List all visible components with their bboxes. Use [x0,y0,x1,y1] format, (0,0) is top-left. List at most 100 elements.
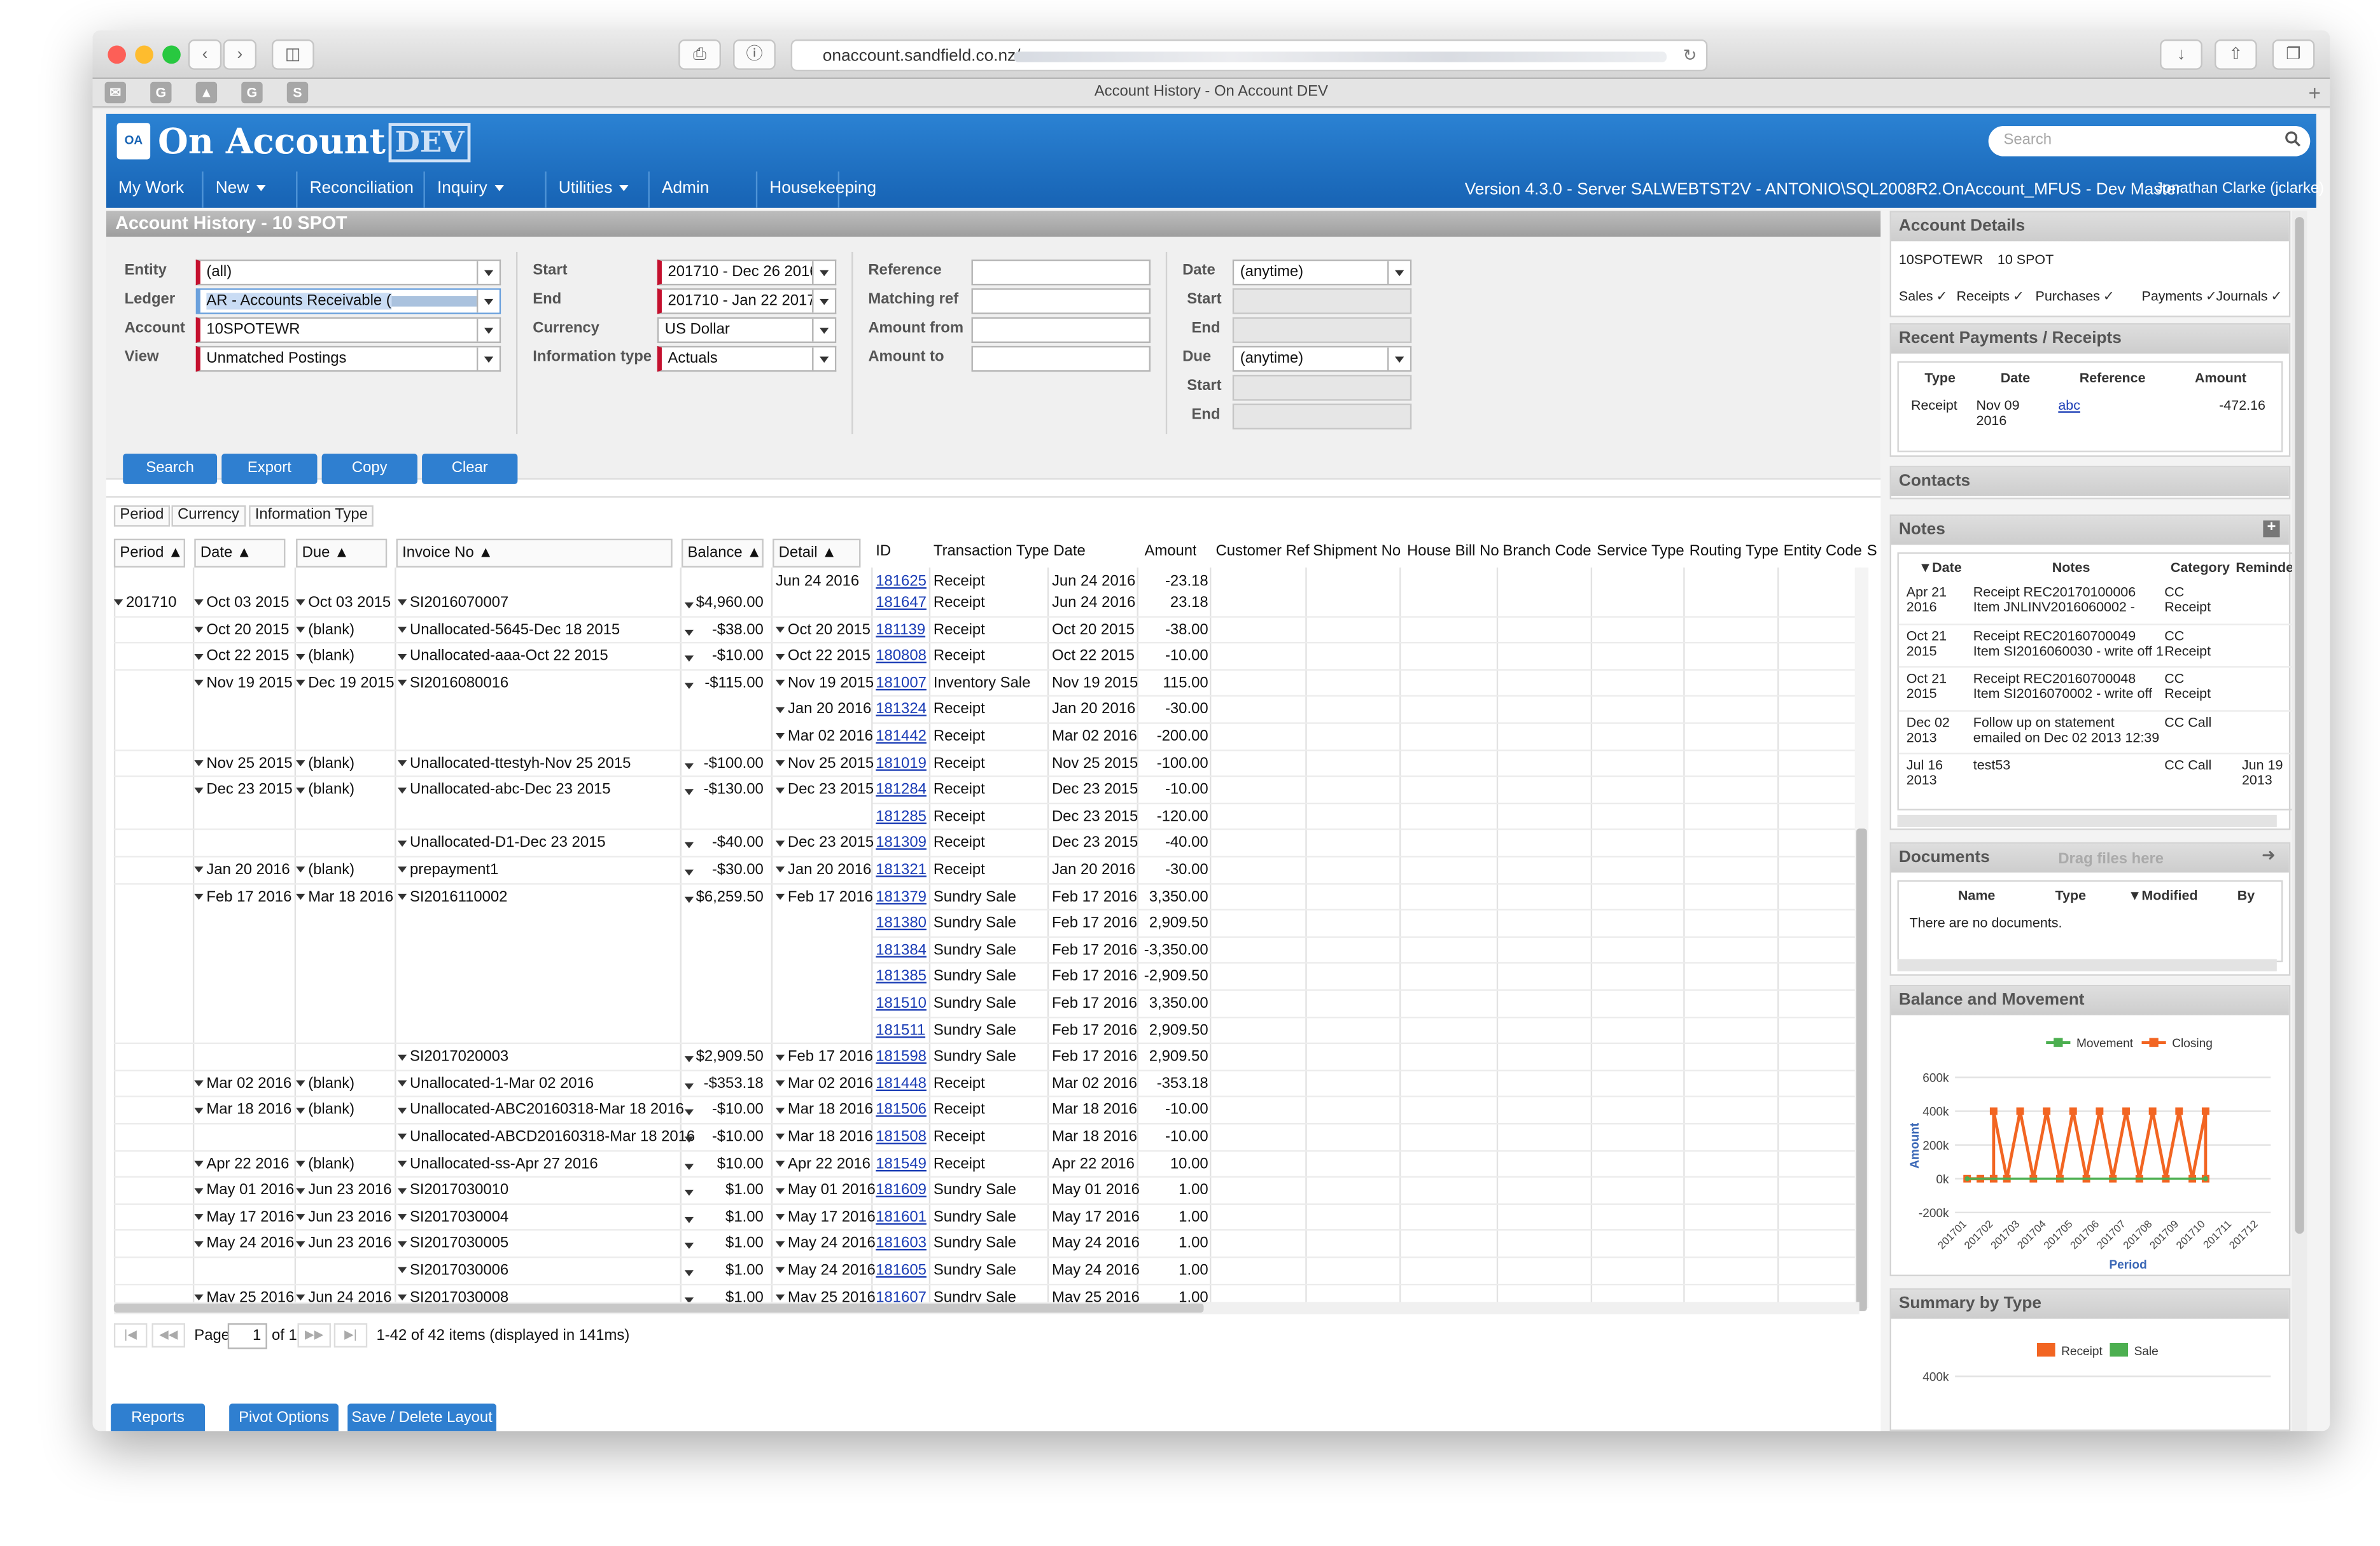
chevron-down-icon[interactable] [397,867,407,874]
id-cell-link[interactable]: 181309 [876,835,927,852]
notes-col-date[interactable]: ▼Date [1919,560,1962,575]
invoice-cell[interactable]: SI2017030006 [397,1262,508,1279]
detail-cell[interactable]: Oct 22 2015 [775,648,871,665]
id-cell-link[interactable]: 181549 [876,1156,927,1173]
end-select[interactable]: 201710 - Jan 22 2017 [657,288,837,314]
copy-button[interactable]: Copy [321,454,417,484]
chevron-down-icon[interactable] [296,1241,305,1248]
id-cell-link[interactable]: 181285 [876,809,927,825]
nav-item-admin[interactable]: Admin [650,171,758,208]
view-select[interactable]: Unmatched Postings [195,345,501,372]
nav-item-reconciliation[interactable]: Reconciliation [297,171,425,225]
chevron-down-icon[interactable] [397,1267,407,1274]
detail-cell[interactable]: Dec 23 2015 [775,782,874,798]
page-scrollbar[interactable] [2292,211,2307,1431]
invoice-cell[interactable]: Unallocated-ss-Apr 27 2016 [397,1156,598,1173]
col-trans-type[interactable]: Transaction Type [934,539,1049,568]
chevron-down-icon[interactable] [684,629,694,636]
due-cell[interactable]: (blank) [296,622,354,638]
detail-cell[interactable]: May 17 2016 [775,1209,876,1226]
chevron-down-icon[interactable] [684,1216,694,1223]
add-note-icon[interactable]: + [2263,520,2280,538]
last-page-icon[interactable]: ▶| [333,1323,368,1348]
chevron-down-icon[interactable] [775,679,785,686]
chevron-down-icon[interactable] [684,1243,694,1250]
scroll-thumb[interactable] [1856,828,1867,1311]
notes-scrollbar[interactable] [1897,814,2277,827]
due-cell[interactable]: Jun 23 2016 [296,1183,392,1199]
chevron-down-icon[interactable] [684,682,694,689]
col-branch[interactable]: Branch Code [1502,539,1591,568]
id-cell-link[interactable]: 181384 [876,942,927,959]
date-cell[interactable]: Oct 20 2015 [194,622,289,638]
new-tab-icon[interactable]: + [2308,80,2321,104]
col-date[interactable]: Date ▲ [194,538,286,568]
id-cell-link[interactable]: 181625 [876,574,927,590]
recent-reference-link[interactable]: abc [2058,398,2080,413]
chevron-down-icon[interactable] [194,786,204,793]
chevron-down-icon[interactable] [194,1160,204,1167]
col-entity-code[interactable]: Entity Code [1784,539,1862,568]
scroll-thumb[interactable] [113,1303,1204,1313]
share-icon[interactable]: ⇧ [2215,39,2257,70]
due-cell[interactable]: Mar 18 2016 [296,889,393,905]
col-due[interactable]: Due ▲ [296,538,388,568]
documents-scrollbar[interactable] [1897,959,2277,971]
date-cell[interactable]: May 17 2016 [194,1209,294,1226]
zoom-window-icon[interactable] [162,45,181,64]
invoice-cell[interactable]: SI2017020003 [397,1049,508,1066]
chevron-down-icon[interactable] [296,867,305,874]
forward-icon[interactable]: › [223,39,257,70]
nav-item-inquiry[interactable]: Inquiry [425,171,547,208]
due-cell[interactable]: (blank) [296,862,354,879]
chevron-down-icon[interactable] [684,1136,694,1143]
chevron-down-icon[interactable] [194,893,204,900]
due-cell[interactable]: Dec 19 2015 [296,675,394,692]
nav-item-housekeeping[interactable]: Housekeeping [757,171,876,225]
detail-cell[interactable]: Nov 25 2015 [775,755,874,772]
chevron-down-icon[interactable] [397,1241,407,1248]
id-cell-link[interactable]: 181324 [876,702,927,718]
detail-cell[interactable]: Mar 02 2016 [775,1076,873,1092]
print-icon[interactable]: ⎙ [678,39,721,70]
chevron-down-icon[interactable] [397,1187,407,1194]
chevron-down-icon[interactable] [397,1107,407,1114]
chevron-down-icon[interactable] [397,600,407,606]
chevron-down-icon[interactable] [397,1160,407,1167]
due-cell[interactable]: (blank) [296,1076,354,1092]
chevron-down-icon[interactable] [194,1214,204,1221]
chevron-down-icon[interactable] [194,867,204,874]
invoice-cell[interactable]: SI2016080016 [397,675,508,692]
ledger-select[interactable]: AR - Accounts Receivable ( [195,288,501,314]
chevron-down-icon[interactable] [194,653,204,660]
chevron-down-icon[interactable] [684,762,694,769]
minimize-window-icon[interactable] [135,45,153,64]
chevron-down-icon[interactable] [296,760,305,767]
balance-cell[interactable]: $6,259.50 [682,889,764,905]
chevron-down-icon[interactable] [775,1267,785,1274]
id-cell-link[interactable]: 181385 [876,969,927,985]
chevron-down-icon[interactable] [775,786,785,793]
invoice-cell[interactable]: Unallocated-D1-Dec 23 2015 [397,835,606,852]
next-page-icon[interactable]: ▶▶ [297,1323,331,1348]
scroll-thumb[interactable] [2295,217,2304,1234]
search-button[interactable]: Search [123,454,218,484]
date-cell[interactable]: Dec 23 2015 [194,782,293,798]
chevron-down-icon[interactable] [296,1187,305,1194]
chevron-down-icon[interactable] [296,893,305,900]
chevron-down-icon[interactable] [296,679,305,686]
due-cell[interactable]: (blank) [296,782,354,798]
download-icon[interactable]: ↓ [2160,39,2202,70]
detail-cell[interactable]: May 24 2016 [775,1262,876,1279]
invoice-cell[interactable]: Unallocated-1-Mar 02 2016 [397,1076,594,1092]
chevron-down-icon[interactable] [775,840,785,847]
detail-cell[interactable]: Mar 18 2016 [775,1129,873,1146]
col-trans-date[interactable]: Date [1053,539,1085,568]
reference-input[interactable] [971,259,1151,286]
chevron-down-icon[interactable] [775,1214,785,1221]
due-cell[interactable]: (blank) [296,755,354,772]
amount-from-input[interactable] [971,317,1151,344]
balance-cell[interactable]: $1.00 [682,1209,764,1226]
first-page-icon[interactable]: |◀ [113,1323,148,1348]
col-shipment[interactable]: Shipment No [1313,539,1401,568]
